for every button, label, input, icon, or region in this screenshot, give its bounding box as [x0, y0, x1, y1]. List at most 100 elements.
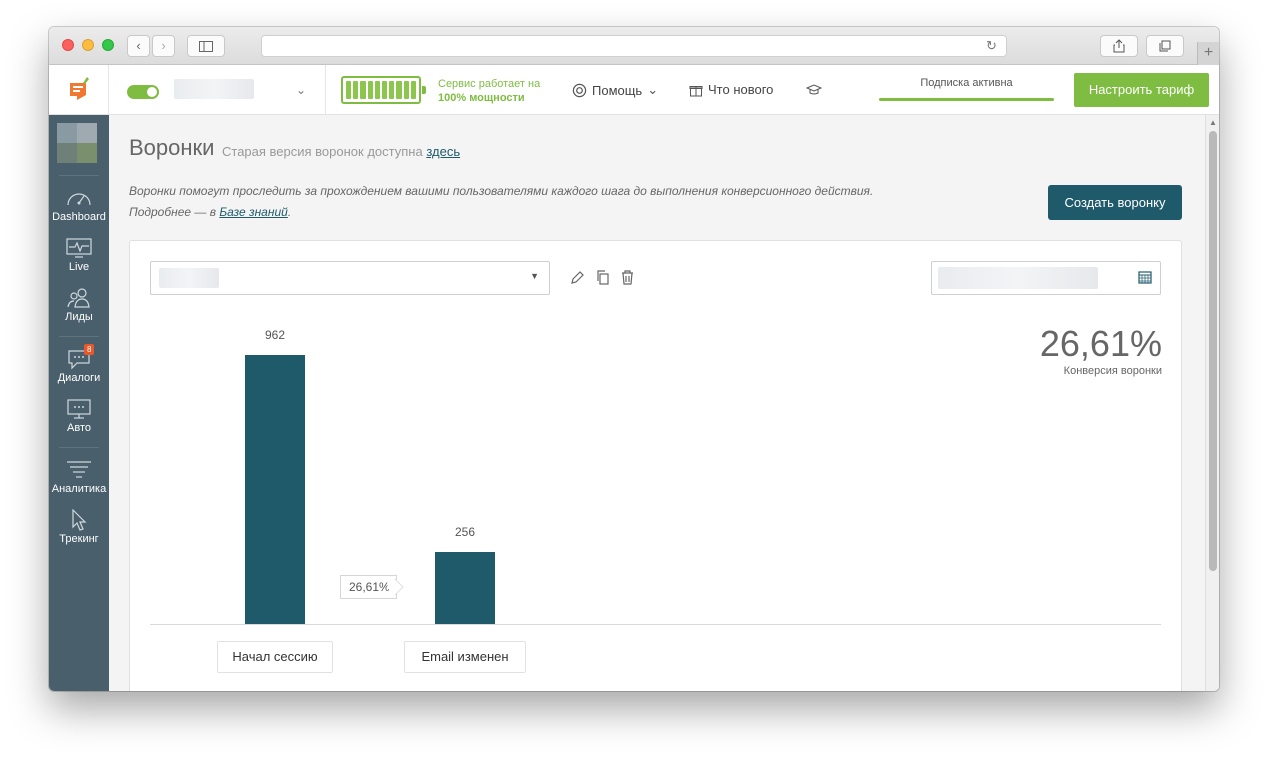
step-label[interactable]: Начал сессию	[217, 641, 333, 673]
description-line2: Подробнее — в Базе знаний.	[129, 202, 873, 223]
old-version-text: Старая версия воронок доступна	[222, 144, 423, 159]
funnel-bar[interactable]	[245, 355, 305, 624]
sidebar-item-auto[interactable]: Авто	[49, 398, 109, 434]
funnel-name-redacted	[159, 268, 219, 288]
scroll-up-icon[interactable]: ▲	[1209, 118, 1217, 127]
main-content: Воронки Старая версия воронок доступна з…	[109, 115, 1205, 691]
speedometer-icon	[67, 193, 91, 206]
scrollbar[interactable]: ▲	[1205, 115, 1219, 691]
funnel-bar[interactable]	[435, 552, 495, 624]
description-prefix: Подробнее — в	[129, 205, 216, 219]
funnel-chart: 26,61% 962 Начал сессию 256 Email изменен	[130, 301, 1183, 691]
funnel-card: ▼ 26,61% Конверсия воронки 26,61% 962 Нач…	[129, 240, 1182, 691]
chevron-down-icon[interactable]: ⌄	[296, 83, 306, 97]
zoom-window-button[interactable]	[102, 39, 114, 51]
cursor-icon	[72, 509, 87, 531]
copy-icon[interactable]	[595, 270, 610, 285]
knowledge-base-link[interactable]: Базе знаний	[219, 205, 287, 219]
configure-tariff-button[interactable]: Настроить тариф	[1074, 73, 1209, 107]
avatar[interactable]	[57, 123, 97, 163]
caret-down-icon: ▼	[530, 271, 539, 281]
sidebar-item-label: Трекинг	[59, 533, 99, 545]
whats-new-label: Что нового	[708, 82, 774, 97]
date-range-redacted	[938, 267, 1098, 289]
graduation-cap-icon[interactable]	[806, 83, 822, 97]
plus-icon: +	[1203, 44, 1214, 61]
service-status: Сервис работает на 100% мощности	[438, 77, 540, 105]
chevron-left-icon: ‹	[136, 38, 141, 53]
service-status-line1: Сервис работает на	[438, 78, 541, 90]
whats-new-link[interactable]: Что нового	[689, 82, 773, 97]
share-button[interactable]	[1100, 35, 1138, 57]
sidebar-toggle-button[interactable]	[187, 35, 225, 57]
sidebar-item-label: Авто	[67, 422, 91, 434]
create-funnel-button[interactable]: Создать воронку	[1048, 185, 1182, 220]
reload-icon[interactable]: ↻	[986, 39, 1000, 53]
sidebar-divider	[59, 175, 99, 176]
carrot-logo-icon	[70, 77, 89, 100]
page-title: Воронки	[129, 135, 215, 160]
sidebar-divider	[59, 447, 99, 448]
funnel-select[interactable]: ▼	[150, 261, 550, 295]
chevron-down-icon: ⌄	[647, 82, 659, 97]
sidebar-item-label: Dashboard	[52, 211, 106, 223]
sidebar-item-dashboard[interactable]: Dashboard	[49, 187, 109, 223]
app-header: ⌄ Сервис работает на 100% мощности Помощ…	[49, 65, 1219, 115]
funnel-tools	[570, 270, 635, 285]
tabs-icon	[1159, 40, 1171, 52]
help-label: Помощь	[592, 82, 643, 98]
old-version-link[interactable]: здесь	[426, 144, 460, 159]
header-divider	[325, 65, 326, 115]
battery-status-icon	[341, 76, 426, 104]
scrollbar-thumb[interactable]	[1209, 131, 1217, 571]
gift-icon	[689, 85, 703, 96]
app-logo[interactable]	[49, 65, 109, 115]
sidebar-icon	[199, 41, 213, 52]
sidebar-item-label: Live	[68, 261, 90, 273]
sidebar-item-live[interactable]: Live	[49, 237, 109, 273]
auto-message-icon	[67, 399, 91, 419]
forward-button[interactable]: ›	[152, 35, 175, 57]
project-name-redacted[interactable]	[174, 79, 254, 99]
minimize-window-button[interactable]	[82, 39, 94, 51]
back-button[interactable]: ‹	[127, 35, 150, 57]
unread-badge: 8	[84, 344, 95, 355]
sidebar-item-analytics[interactable]: Аналитика	[49, 459, 109, 495]
description-suffix: .	[287, 205, 292, 219]
funnel-lines-icon	[67, 461, 91, 478]
close-window-button[interactable]	[62, 39, 74, 51]
sidebar-divider	[59, 336, 99, 337]
chart-baseline	[150, 624, 1161, 625]
page-description: Воронки помогут проследить за прохождени…	[129, 181, 873, 223]
browser-window: ‹ › ↻ + ⌄ Сервис работает на 100% мощнос…	[49, 27, 1219, 691]
tabs-overview-button[interactable]	[1146, 35, 1184, 57]
chevron-right-icon: ›	[161, 38, 166, 53]
monitor-pulse-icon	[66, 238, 92, 258]
calendar-icon	[1138, 271, 1152, 284]
step-conversion-tag: 26,61%	[340, 575, 397, 599]
service-status-line2: 100% мощности	[438, 92, 525, 104]
sidebar-item-label: Лиды	[65, 311, 93, 323]
sidebar-item-tracking[interactable]: Трекинг	[49, 509, 109, 545]
trash-icon[interactable]	[620, 270, 635, 285]
browser-toolbar: ‹ › ↻ +	[49, 27, 1219, 65]
lifebuoy-icon	[572, 83, 587, 97]
page-subtitle: Старая версия воронок доступна здесь	[222, 144, 460, 159]
address-bar[interactable]: ↻	[261, 35, 1007, 57]
new-tab-button[interactable]: +	[1197, 42, 1219, 65]
users-icon	[67, 288, 90, 308]
sidebar: Dashboard Live Лиды 8 Диалоги Авто Анали…	[49, 115, 109, 691]
edit-pencil-icon[interactable]	[570, 270, 585, 285]
sidebar-item-label: Диалоги	[57, 372, 101, 384]
sidebar-item-dialogs[interactable]: 8 Диалоги	[49, 344, 109, 384]
help-menu[interactable]: Помощь ⌄	[572, 82, 658, 98]
bar-value-label: 256	[454, 525, 476, 539]
sidebar-item-label: Аналитика	[51, 483, 107, 495]
sidebar-item-leads[interactable]: Лиды	[49, 287, 109, 323]
subscription-status: Подписка активна	[920, 77, 1013, 89]
project-active-toggle[interactable]	[127, 85, 159, 99]
date-range-picker[interactable]	[931, 261, 1161, 295]
share-icon	[1113, 39, 1125, 53]
bar-value-label: 962	[264, 328, 286, 342]
step-label[interactable]: Email изменен	[404, 641, 526, 673]
